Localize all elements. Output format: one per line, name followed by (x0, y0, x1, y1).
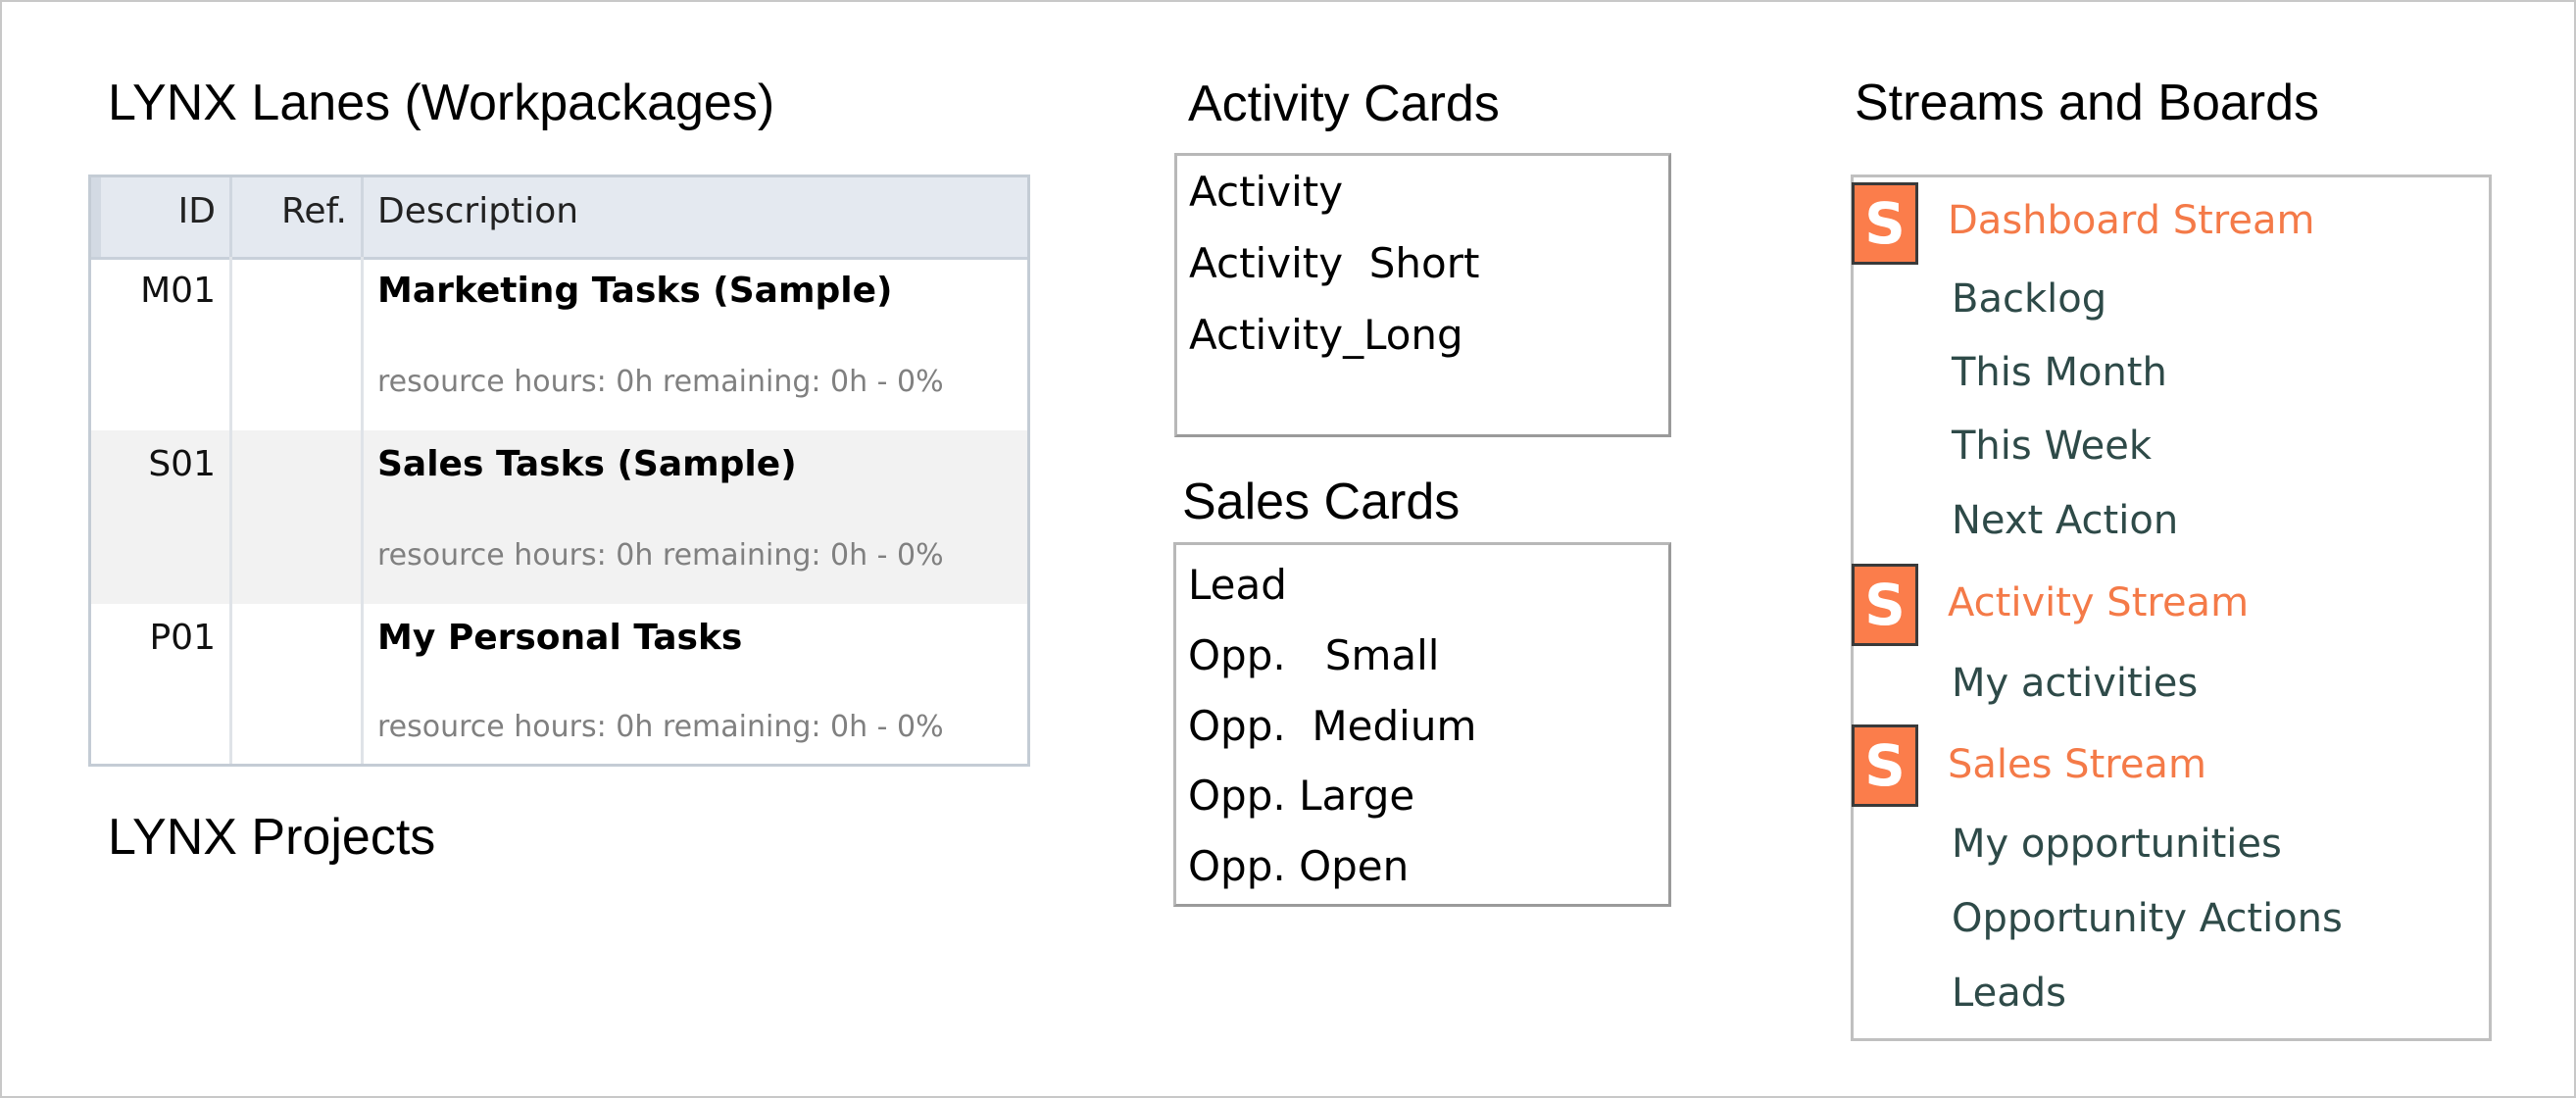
column-header-ref[interactable]: Ref. (232, 177, 364, 257)
board-item[interactable]: Opportunity Actions (1952, 899, 2343, 938)
board-item[interactable]: This Week (1952, 426, 2152, 466)
cell-description: Sales Tasks (Sample) resource hours: 0h … (364, 430, 1027, 604)
cell-id: P01 (91, 604, 232, 764)
board-item[interactable]: My opportunities (1952, 824, 2282, 864)
board-item[interactable]: This Month (1952, 353, 2167, 392)
streams-boards-panel: S Dashboard Stream Backlog This Month Th… (1851, 175, 2492, 1041)
stream-icon: S (1852, 182, 1918, 265)
row-id: S01 (148, 444, 216, 484)
row-id: M01 (140, 271, 216, 311)
board-item[interactable]: Backlog (1952, 279, 2106, 319)
stream-dashboard[interactable]: Dashboard Stream (1948, 201, 2314, 240)
row-id: P01 (149, 618, 216, 658)
lane-resource-info: resource hours: 0h remaining: 0h - 0% (377, 710, 944, 744)
stream-icon: S (1852, 564, 1918, 646)
table-row[interactable]: S01 Sales Tasks (Sample) resource hours:… (91, 430, 1027, 604)
table-header-row: ID Ref. Description (91, 177, 1027, 260)
diagram-frame: LYNX Lanes (Workpackages) LYNX Projects … (0, 0, 2576, 1098)
card-type-item[interactable]: Opp. Medium (1188, 706, 1476, 747)
cell-id: S01 (91, 430, 232, 604)
sales-cards-list: Lead Opp. Small Opp. Medium Opp. Large O… (1173, 542, 1671, 907)
cell-ref (232, 257, 364, 430)
stream-activity[interactable]: Activity Stream (1948, 583, 2249, 623)
streams-heading: Streams and Boards (1855, 75, 2320, 131)
lane-title[interactable]: My Personal Tasks (377, 618, 742, 658)
sales-cards-heading: Sales Cards (1182, 474, 1461, 530)
activity-cards-heading: Activity Cards (1188, 75, 1500, 132)
board-item[interactable]: My activities (1952, 664, 2198, 703)
column-header-label: ID (177, 191, 216, 231)
projects-heading: LYNX Projects (108, 809, 436, 866)
cell-description: Marketing Tasks (Sample) resource hours:… (364, 257, 1027, 430)
column-header-description[interactable]: Description (364, 177, 1027, 257)
card-type-item[interactable]: Activity Short (1189, 243, 1479, 284)
board-item[interactable]: Next Action (1952, 501, 2178, 540)
lane-title[interactable]: Marketing Tasks (Sample) (377, 271, 892, 311)
column-header-label: Ref. (280, 191, 347, 231)
card-type-item[interactable]: Opp. Large (1188, 775, 1414, 817)
cell-ref (232, 604, 364, 764)
table-row[interactable]: P01 My Personal Tasks resource hours: 0h… (91, 604, 1027, 764)
cell-ref (232, 430, 364, 604)
column-header-id[interactable]: ID (91, 177, 232, 257)
card-type-item[interactable]: Activity (1189, 172, 1343, 213)
stream-sales[interactable]: Sales Stream (1948, 745, 2206, 784)
card-type-item[interactable]: Lead (1188, 565, 1287, 606)
lanes-heading: LYNX Lanes (Workpackages) (108, 75, 775, 131)
cell-description: My Personal Tasks resource hours: 0h rem… (364, 604, 1027, 764)
card-type-item[interactable]: Activity_Long (1189, 315, 1463, 356)
stream-icon: S (1852, 724, 1918, 807)
lane-title[interactable]: Sales Tasks (Sample) (377, 444, 797, 484)
column-header-label: Description (377, 191, 579, 231)
lane-resource-info: resource hours: 0h remaining: 0h - 0% (377, 538, 944, 573)
card-type-item[interactable]: Opp. Open (1188, 846, 1409, 887)
table-row[interactable]: M01 Marketing Tasks (Sample) resource ho… (91, 257, 1027, 430)
lanes-table: ID Ref. Description M01 Marketing Tasks … (88, 175, 1030, 767)
lane-resource-info: resource hours: 0h remaining: 0h - 0% (377, 365, 944, 399)
cell-id: M01 (91, 257, 232, 430)
board-item[interactable]: Leads (1952, 973, 2066, 1013)
card-type-item[interactable]: Opp. Small (1188, 635, 1439, 676)
activity-cards-list: Activity Activity Short Activity_Long (1174, 153, 1671, 437)
